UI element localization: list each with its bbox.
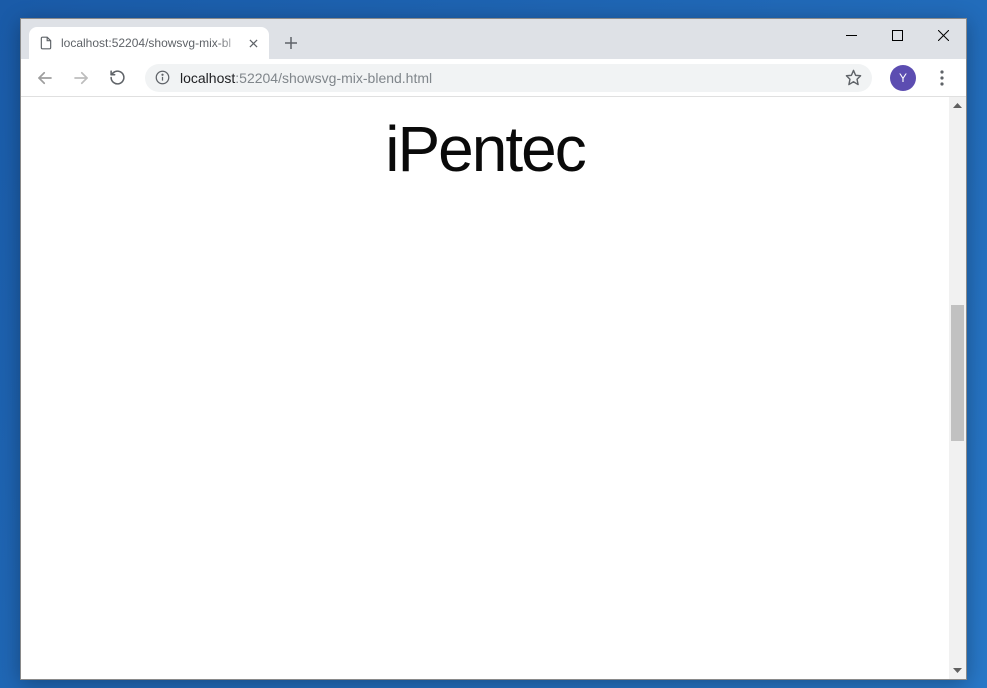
toolbar: localhost:52204/showsvg-mix-blend.html Y [21,59,966,97]
avatar-initial: Y [899,71,907,85]
ipentec-logo: iPentec [385,112,584,186]
tab-title: localhost:52204/showsvg-mix-bl [61,36,245,50]
close-button[interactable] [920,19,966,51]
browser-tab[interactable]: localhost:52204/showsvg-mix-bl [29,27,269,59]
viewport: iPentec [21,97,966,679]
forward-button[interactable] [65,62,97,94]
back-button[interactable] [29,62,61,94]
scroll-down-icon[interactable] [949,662,966,679]
browser-window: localhost:52204/showsvg-mix-bl [20,18,967,680]
url-path: :52204/showsvg-mix-blend.html [235,70,432,86]
page-icon [39,36,53,50]
scroll-up-icon[interactable] [949,97,966,114]
maximize-button[interactable] [874,19,920,51]
vertical-scrollbar[interactable] [949,97,966,679]
page-content: iPentec [21,97,949,679]
window-controls [828,19,966,51]
title-bar: localhost:52204/showsvg-mix-bl [21,19,966,59]
address-bar[interactable]: localhost:52204/showsvg-mix-blend.html [145,64,872,92]
scrollbar-thumb[interactable] [951,305,964,441]
overflow-menu-button[interactable] [926,62,958,94]
tab-close-icon[interactable] [245,35,261,51]
new-tab-button[interactable] [277,29,305,57]
url-host: localhost [180,70,235,86]
site-info-icon[interactable] [155,70,170,85]
bookmark-icon[interactable] [845,69,862,86]
reload-button[interactable] [101,62,133,94]
profile-avatar[interactable]: Y [890,65,916,91]
minimize-button[interactable] [828,19,874,51]
